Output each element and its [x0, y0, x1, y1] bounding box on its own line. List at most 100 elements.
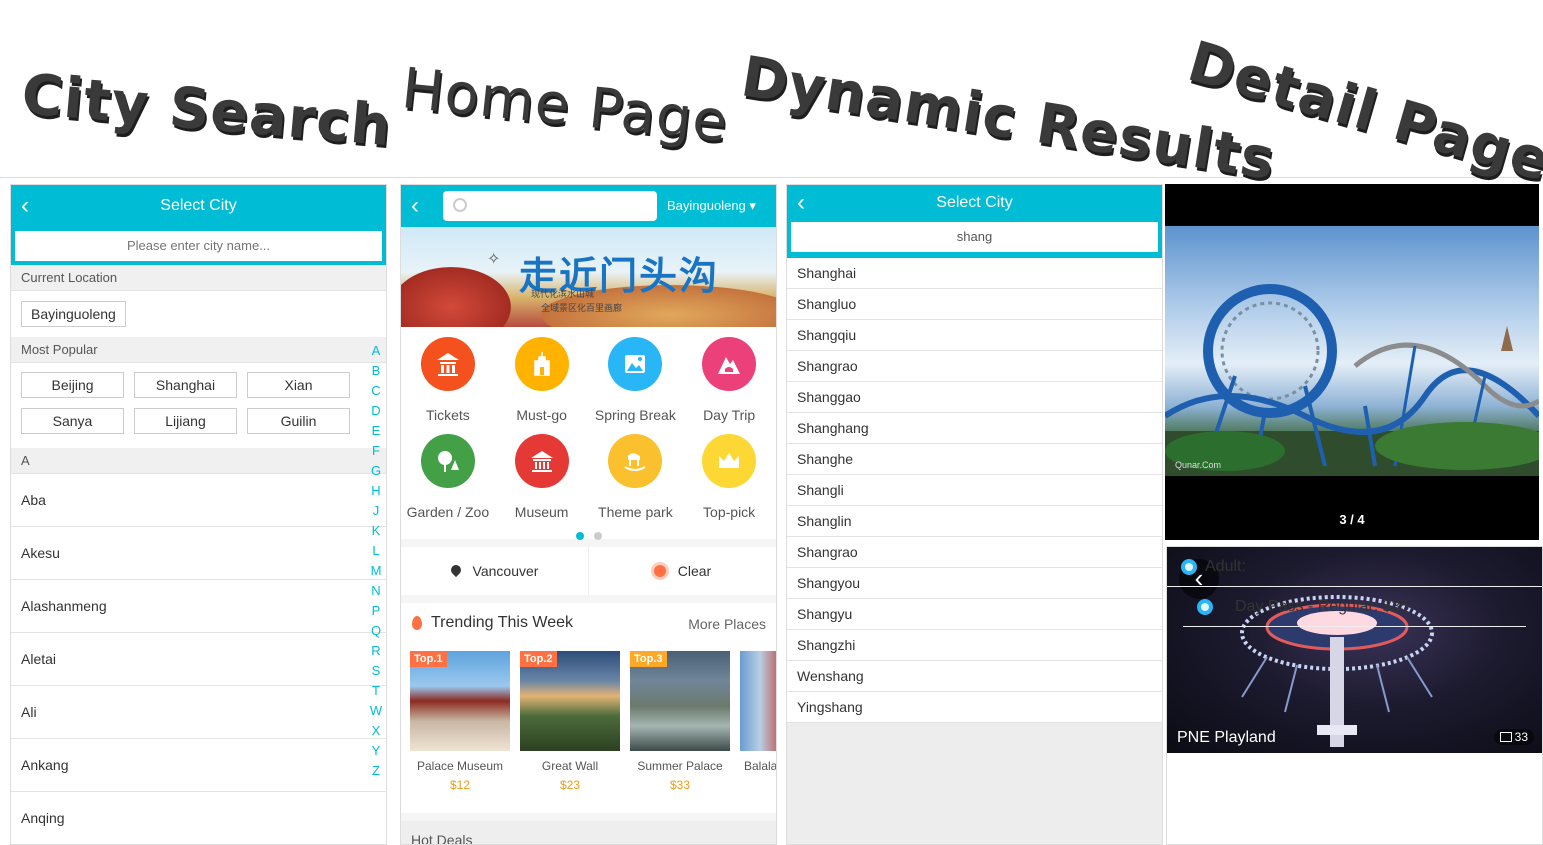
carousel-dots	[401, 527, 776, 541]
city-list-item[interactable]: Aletai	[11, 633, 386, 686]
title-strip: City Search Home Page Dynamic Results De…	[0, 0, 1543, 195]
result-item[interactable]: Shanghang	[787, 413, 1162, 444]
flame-icon	[412, 616, 422, 630]
search-box	[11, 227, 386, 265]
alphabet-letter[interactable]: S	[365, 661, 386, 681]
attraction-photo	[740, 651, 776, 751]
alphabet-letter[interactable]: M	[365, 561, 386, 581]
alphabet-letter[interactable]: Z	[365, 761, 386, 781]
popular-city-button[interactable]: Beijing	[21, 372, 124, 398]
city-list-item[interactable]: Alashanmeng	[11, 580, 386, 633]
promo-banner[interactable]: ✧ 走近门头沟 现代化滨水山城 全域景区化百里画廊	[401, 227, 776, 327]
attraction-name: Great Wall	[541, 759, 599, 773]
current-location-button[interactable]: Bayinguoleng	[21, 301, 126, 327]
popular-cities: Beijing Shanghai Xian Sanya Lijiang Guil…	[11, 363, 386, 448]
alphabet-letter[interactable]: T	[365, 681, 386, 701]
category-theme-park[interactable]: Theme park	[589, 434, 683, 527]
alphabet-letter[interactable]: L	[365, 541, 386, 561]
city-selector[interactable]: Bayinguoleng ▾	[667, 198, 756, 214]
popular-city-button[interactable]: Shanghai	[134, 372, 237, 398]
category-spring-break[interactable]: Spring Break	[589, 337, 683, 430]
result-item[interactable]: Shangrao	[787, 351, 1162, 382]
alphabet-letter[interactable]: X	[365, 721, 386, 741]
alphabet-letter[interactable]: P	[365, 601, 386, 621]
header-bar: ‹ Select City	[787, 185, 1162, 222]
city-list-item[interactable]: Aba	[11, 474, 386, 527]
back-icon[interactable]: ‹	[411, 194, 431, 218]
alphabet-index: ABCDEFGHJKLMNPQRSTWXYZ	[365, 341, 386, 781]
alphabet-letter[interactable]: G	[365, 461, 386, 481]
photo-count-badge[interactable]: 33	[1493, 729, 1534, 745]
trending-card[interactable]: Top.3 Summer Palace $33	[630, 651, 730, 792]
title-home-page: Home Page	[398, 56, 732, 156]
rank-badge: Top.2	[520, 651, 557, 667]
park-name: PNE Playland	[1177, 729, 1276, 746]
result-item[interactable]: Shangqiu	[787, 320, 1162, 351]
trending-card[interactable]: Balala	[740, 651, 776, 773]
city-list-item[interactable]: Ali	[11, 686, 386, 739]
result-item[interactable]: Shangyou	[787, 568, 1162, 599]
alphabet-letter[interactable]: F	[365, 441, 386, 461]
result-item[interactable]: Wenshang	[787, 661, 1162, 692]
alphabet-letter[interactable]: N	[365, 581, 386, 601]
category-top-pick[interactable]: Top-pick	[682, 434, 776, 527]
category-label: Top-pick	[703, 504, 756, 520]
result-item[interactable]: Shanghe	[787, 444, 1162, 475]
trending-card[interactable]: Top.2 Great Wall $23	[520, 651, 620, 792]
category-day-trip[interactable]: Day Trip	[682, 337, 776, 430]
more-places-link[interactable]: More Places	[688, 616, 766, 632]
result-item[interactable]: Shanggao	[787, 382, 1162, 413]
trending-card[interactable]: Top.1 Palace Museum $12	[410, 651, 510, 792]
popular-city-button[interactable]: Guilin	[247, 408, 350, 434]
weather-bar: Vancouver Clear	[401, 547, 776, 595]
alphabet-letter[interactable]: D	[365, 401, 386, 421]
popular-city-button[interactable]: Xian	[247, 372, 350, 398]
city-search-input[interactable]	[15, 231, 382, 261]
category-tickets[interactable]: Tickets	[401, 337, 495, 430]
results-screen: ‹ Select City ShanghaiShangluoShangqiuSh…	[786, 184, 1163, 845]
result-item[interactable]: Shangluo	[787, 289, 1162, 320]
alphabet-letter[interactable]: K	[365, 521, 386, 541]
location-pin-icon	[451, 565, 461, 577]
rocking-horse-icon	[608, 434, 663, 488]
popular-city-button[interactable]: Sanya	[21, 408, 124, 434]
adult-section: Adult:	[1167, 547, 1542, 587]
alphabet-letter[interactable]: C	[365, 381, 386, 401]
category-label: Tickets	[425, 407, 470, 423]
tree-icon	[420, 434, 475, 488]
alphabet-letter[interactable]: J	[365, 501, 386, 521]
alphabet-letter[interactable]: E	[365, 421, 386, 441]
result-item[interactable]: Shanglin	[787, 506, 1162, 537]
alphabet-letter[interactable]: Q	[365, 621, 386, 641]
alphabet-letter[interactable]: W	[365, 701, 386, 721]
city-list-item[interactable]: Akesu	[11, 527, 386, 580]
category-must-go[interactable]: Must-go	[495, 337, 589, 430]
city-search-input[interactable]	[791, 222, 1158, 252]
result-item[interactable]: Shangzhi	[787, 630, 1162, 661]
alphabet-letter[interactable]: H	[365, 481, 386, 501]
category-museum[interactable]: Museum	[495, 434, 589, 527]
detail-screen: ‹ PNE Playland 33 Adult: Day Pass - Regu…	[1166, 546, 1543, 845]
alphabet-letter[interactable]: R	[365, 641, 386, 661]
result-item[interactable]: Shanghai	[787, 258, 1162, 289]
carousel-dot[interactable]	[593, 532, 602, 540]
city-list-item[interactable]: Anqing	[11, 792, 386, 844]
category-garden-zoo[interactable]: Garden / Zoo	[401, 434, 495, 527]
rank-badge: Top.3	[630, 651, 667, 667]
weather-widget[interactable]: Clear	[588, 547, 776, 595]
result-item[interactable]: Yingshang	[787, 692, 1162, 723]
popular-city-button[interactable]: Lijiang	[134, 408, 237, 434]
carousel-dot-active[interactable]	[575, 532, 584, 540]
trending-title: Trending This Week	[431, 614, 573, 631]
city-list-item[interactable]: Ankang	[11, 739, 386, 792]
location-widget[interactable]: Vancouver	[401, 547, 588, 595]
alphabet-letter[interactable]: A	[365, 341, 386, 361]
ticket-option[interactable]: Day Pass - Regular: $35	[1183, 587, 1526, 627]
result-item[interactable]: Shangyu	[787, 599, 1162, 630]
result-item[interactable]: Shangli	[787, 475, 1162, 506]
alphabet-letter[interactable]: B	[365, 361, 386, 381]
photo-viewer[interactable]: Qunar.Com 3 / 4	[1165, 184, 1539, 540]
alphabet-letter[interactable]: Y	[365, 741, 386, 761]
home-search-input[interactable]	[443, 191, 657, 221]
result-item[interactable]: Shangrao	[787, 537, 1162, 568]
